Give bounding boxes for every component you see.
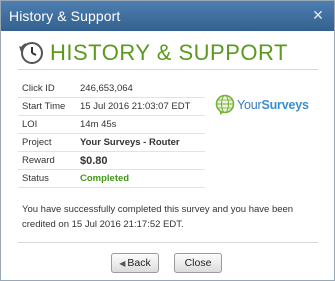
footer-divider — [18, 242, 318, 243]
close-icon[interactable]: ✕ — [310, 6, 326, 24]
logo-text: YourSurveys — [237, 98, 309, 112]
close-button[interactable]: Close — [174, 253, 222, 273]
detail-label: Status — [18, 169, 76, 188]
detail-label: Start Time — [18, 97, 76, 116]
table-row: Click ID 246,653,064 — [18, 80, 205, 98]
detail-label: Click ID — [18, 80, 76, 98]
status-value: Completed — [76, 169, 205, 188]
detail-value: 246,653,064 — [76, 80, 205, 98]
heading-divider — [18, 69, 318, 70]
history-support-dialog: History & Support ✕ HISTORY & SUPPORT Cl… — [0, 0, 335, 281]
detail-value: 14m 45s — [76, 115, 205, 134]
back-button[interactable]: ◀ Back — [111, 253, 159, 273]
dialog-titlebar: History & Support ✕ — [1, 1, 334, 31]
reward-value: $0.80 — [76, 151, 205, 170]
heading-text: HISTORY & SUPPORT — [50, 40, 288, 65]
dialog-title: History & Support — [9, 8, 121, 24]
logo-text-your: Your — [237, 98, 262, 112]
history-clock-icon — [19, 42, 43, 64]
table-row: LOI 14m 45s — [18, 115, 205, 134]
globe-chat-icon — [215, 94, 235, 115]
logo-text-surveys: Surveys — [261, 98, 309, 112]
table-row: Reward $0.80 — [18, 151, 205, 170]
detail-label: LOI — [18, 115, 76, 134]
detail-value: 15 Jul 2016 21:03:07 EDT — [76, 97, 205, 116]
detail-label: Reward — [18, 151, 76, 170]
table-row: Status Completed — [18, 169, 205, 188]
back-arrow-icon: ◀ — [119, 259, 126, 268]
details-table: Click ID 246,653,064 Start Time 15 Jul 2… — [18, 80, 205, 188]
table-row: Start Time 15 Jul 2016 21:03:07 EDT — [18, 97, 205, 116]
back-button-label: Back — [127, 257, 151, 269]
detail-value: Your Surveys - Router — [76, 133, 205, 152]
table-row: Project Your Surveys - Router — [18, 133, 205, 152]
completion-message: You have successfully completed this sur… — [22, 204, 294, 230]
detail-label: Project — [18, 133, 76, 152]
